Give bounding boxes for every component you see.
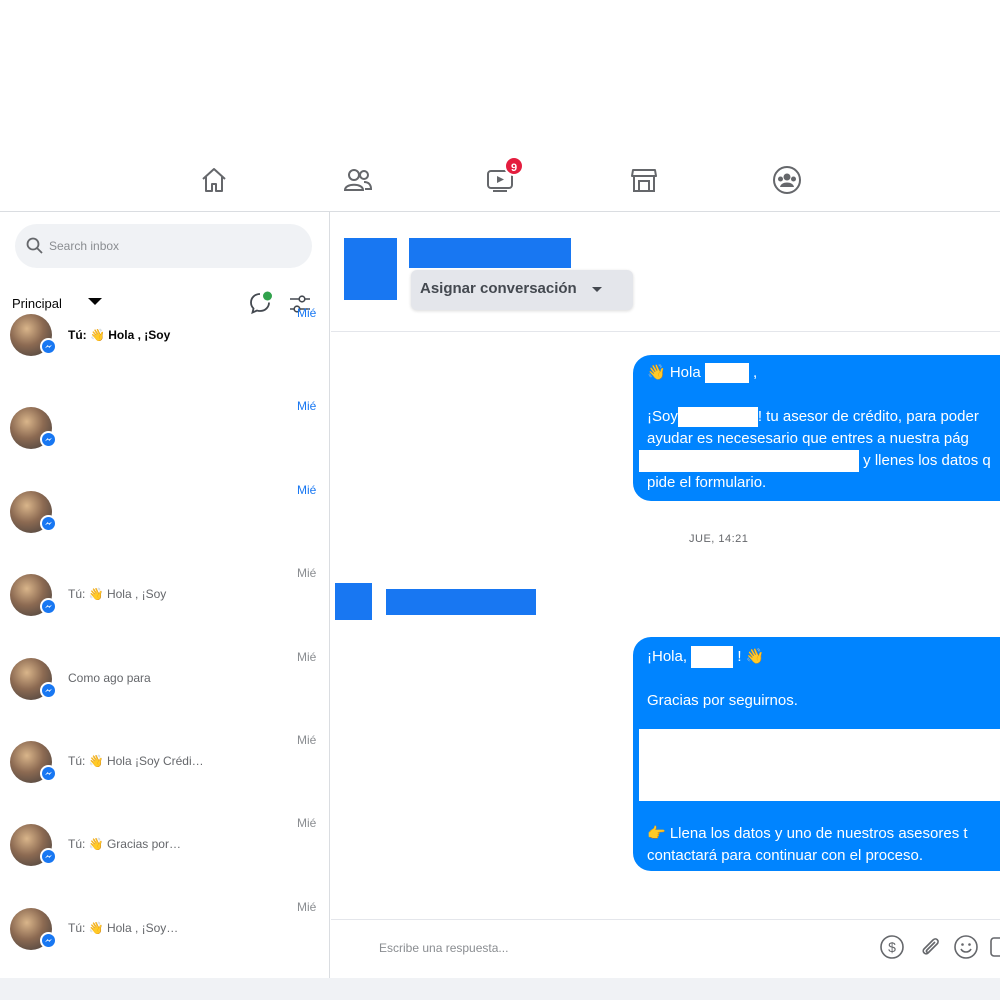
- redacted-image: [639, 729, 1000, 801]
- conversation-item[interactable]: Tú: 👋 Gracias por… Mié: [0, 816, 329, 899]
- store-icon[interactable]: [628, 164, 660, 196]
- messenger-icon: [40, 431, 57, 449]
- messenger-icon: [40, 848, 57, 866]
- message-timestamp: JUE, 14:21: [689, 533, 749, 545]
- conversation-preview: Tú: 👋 Hola ¡Soy Crédi…: [68, 754, 204, 768]
- conversation-item[interactable]: Mié: [0, 482, 329, 566]
- conversation-preview: Tú: 👋 Gracias por…: [68, 837, 181, 852]
- new-message-icon[interactable]: [248, 290, 274, 316]
- messenger-icon: [40, 931, 57, 949]
- conversation-preview: Como ago para: [68, 670, 151, 685]
- message-text: ¡Hola,: [647, 648, 688, 665]
- messenger-icon: [40, 338, 57, 355]
- conversation-date: Mié: [297, 482, 317, 497]
- conversation-item[interactable]: Tú: 👋 Hola , ¡Soy Mié: [0, 566, 329, 649]
- conversation-date: Mié: [297, 733, 317, 747]
- message-text: ,: [753, 364, 758, 381]
- redacted-name: [704, 363, 749, 384]
- filter-row: Principal: [0, 288, 329, 318]
- attachment-icon[interactable]: [917, 934, 943, 960]
- message-text: ayudar es necesesario que entres a nuest…: [647, 430, 969, 447]
- video-icon[interactable]: 9: [484, 156, 524, 196]
- message-text: ! tu asesor de crédito, para poder: [757, 408, 979, 425]
- notification-badge: 9: [504, 156, 524, 176]
- conversation-date: Mié: [297, 399, 317, 414]
- message-text: ¡Soy: [647, 408, 678, 425]
- emoji-icon[interactable]: [953, 934, 979, 960]
- reply-input[interactable]: [379, 936, 779, 960]
- payment-icon[interactable]: $: [879, 934, 905, 960]
- conversation-date: Mié: [297, 566, 317, 581]
- conversation-item[interactable]: Tú: 👋 Hola , ¡Soy Mié: [0, 306, 329, 399]
- assign-conversation-label: Asignar conversación: [420, 280, 577, 297]
- friends-icon[interactable]: [342, 164, 374, 196]
- assign-conversation-button[interactable]: Asignar conversación: [411, 270, 633, 310]
- conversation-preview: Tú: 👋 Hola , ¡Soy…: [68, 920, 179, 935]
- home-icon[interactable]: [198, 164, 230, 196]
- conversation-item[interactable]: Mié: [0, 399, 329, 482]
- contact-name-redacted: [409, 238, 571, 268]
- message-text: y llenes los datos q: [863, 452, 991, 469]
- messenger-icon: [40, 514, 57, 532]
- message-text: pide el formulario.: [647, 474, 767, 491]
- top-navigation: 9: [0, 150, 1000, 212]
- inbox-filter-dropdown[interactable]: Principal: [12, 296, 62, 311]
- redacted-name: [691, 646, 734, 669]
- message-composer: $: [331, 919, 1000, 978]
- contact-avatar-redacted: [344, 238, 397, 300]
- search-input[interactable]: [49, 234, 299, 258]
- sender-name-redacted: [386, 589, 536, 615]
- redacted-name: [677, 407, 758, 428]
- search-box[interactable]: [15, 224, 312, 268]
- message-thread: 👋 Hola , ¡Soy ! tu asesor de crédito, par…: [331, 333, 1000, 919]
- messenger-icon: [40, 598, 57, 616]
- bottom-bar: [0, 978, 1000, 1000]
- outgoing-message: ¡Hola, ! 👋 Gracias por seguirnos. 👉 Llen…: [633, 637, 1000, 871]
- conversation-header: Asignar conversación: [331, 212, 1000, 332]
- inbox-sidebar: Principal Tú: 👋 Hola , ¡SoyMiéMiéMiéTú: …: [0, 212, 330, 978]
- conversation-preview: Tú: 👋 Hola , ¡Soy: [68, 328, 171, 342]
- conversation-date: Mié: [297, 649, 317, 664]
- message-text: Gracias por seguirnos.: [647, 692, 798, 709]
- message-text: 👋 Hola: [647, 364, 701, 381]
- conversation-item[interactable]: Tú: 👋 Hola ¡Soy Crédi… Mié: [0, 733, 329, 816]
- messenger-icon: [40, 765, 57, 782]
- chevron-down-icon: [592, 287, 602, 292]
- groups-icon[interactable]: [771, 164, 803, 196]
- sender-avatar-redacted: [335, 583, 372, 620]
- saved-replies-icon[interactable]: [988, 934, 1000, 960]
- outgoing-message: 👋 Hola , ¡Soy ! tu asesor de crédito, par…: [633, 355, 1000, 501]
- search-icon: [26, 237, 43, 254]
- svg-text:$: $: [888, 939, 896, 955]
- message-text: ! 👋: [737, 648, 765, 665]
- messenger-icon: [40, 681, 57, 699]
- message-text: contactará para continuar con el proceso…: [647, 847, 923, 864]
- conversation-date: Mié: [297, 306, 317, 320]
- conversation-preview: Tú: 👋 Hola , ¡Soy: [68, 587, 167, 602]
- conversation-date: Mié: [297, 816, 317, 831]
- conversation-date: Mié: [297, 899, 317, 914]
- conversation-item[interactable]: Tú: 👋 Hola , ¡Soy… Mié: [0, 899, 329, 978]
- chevron-down-icon[interactable]: [88, 298, 102, 305]
- conversation-item[interactable]: Como ago para Mié: [0, 649, 329, 733]
- message-text: 👉 Llena los datos y uno de nuestros ases…: [647, 825, 968, 842]
- redacted-link: [639, 450, 859, 473]
